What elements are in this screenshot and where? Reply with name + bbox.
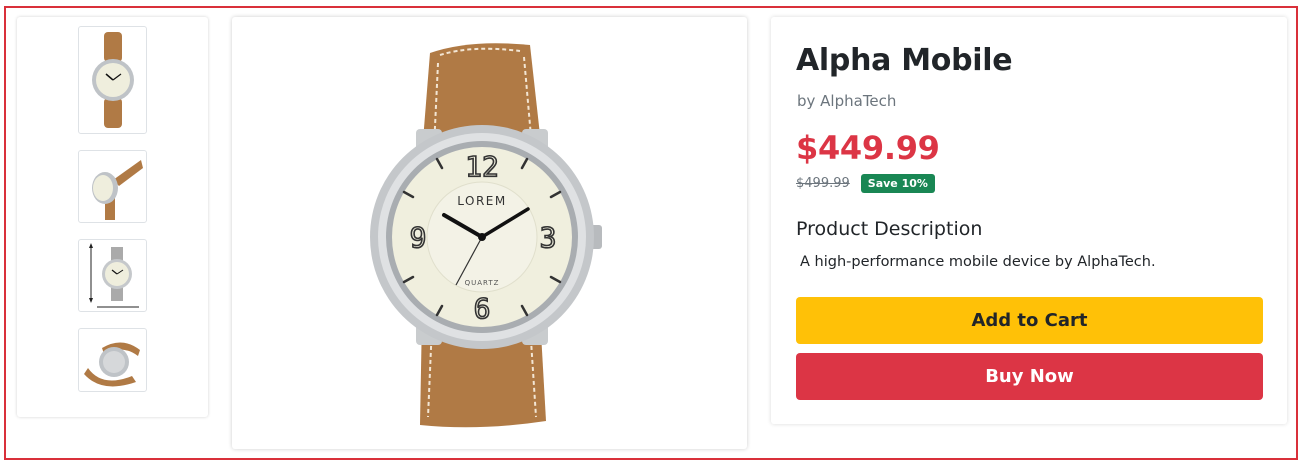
- numeral-3: 3: [539, 221, 556, 254]
- product-details-card: Alpha Mobile by AlphaTech $449.99 $499.9…: [771, 17, 1287, 424]
- description-heading: Product Description: [796, 218, 983, 240]
- watch-logo-text: LOREM: [457, 194, 506, 208]
- watch-quartz-text: QUARTZ: [464, 279, 499, 287]
- watch-dimensions-image: [88, 242, 139, 307]
- numeral-6: 6: [473, 292, 490, 325]
- watch-front-image: [91, 32, 134, 128]
- add-to-cart-button[interactable]: Add to Cart: [796, 297, 1263, 344]
- save-badge: Save 10%: [860, 174, 935, 193]
- product-price: $449.99: [796, 129, 940, 167]
- watch-image: 12 3 6 9 LOREM QUARTZ: [369, 43, 602, 428]
- product-title: Alpha Mobile: [796, 43, 1013, 78]
- price-comparison: $499.99 Save 10%: [796, 174, 935, 193]
- original-price: $499.99: [796, 176, 850, 191]
- numeral-12: 12: [465, 150, 499, 183]
- numeral-9: 9: [409, 221, 426, 254]
- thumbnail-front[interactable]: [78, 26, 147, 134]
- product-description: A high-performance mobile device by Alph…: [800, 254, 1156, 270]
- thumbnail-list: [17, 17, 208, 417]
- watch-back-image: [83, 342, 140, 387]
- main-product-image: 12 3 6 9 LOREM QUARTZ: [232, 17, 747, 449]
- thumbnail-back[interactable]: [78, 328, 147, 392]
- thumbnail-dimensions[interactable]: [78, 239, 147, 312]
- watch-side-image: [91, 159, 143, 220]
- product-brand: by AlphaTech: [797, 92, 897, 110]
- thumbnail-side[interactable]: [78, 150, 147, 223]
- buy-now-button[interactable]: Buy Now: [796, 353, 1263, 400]
